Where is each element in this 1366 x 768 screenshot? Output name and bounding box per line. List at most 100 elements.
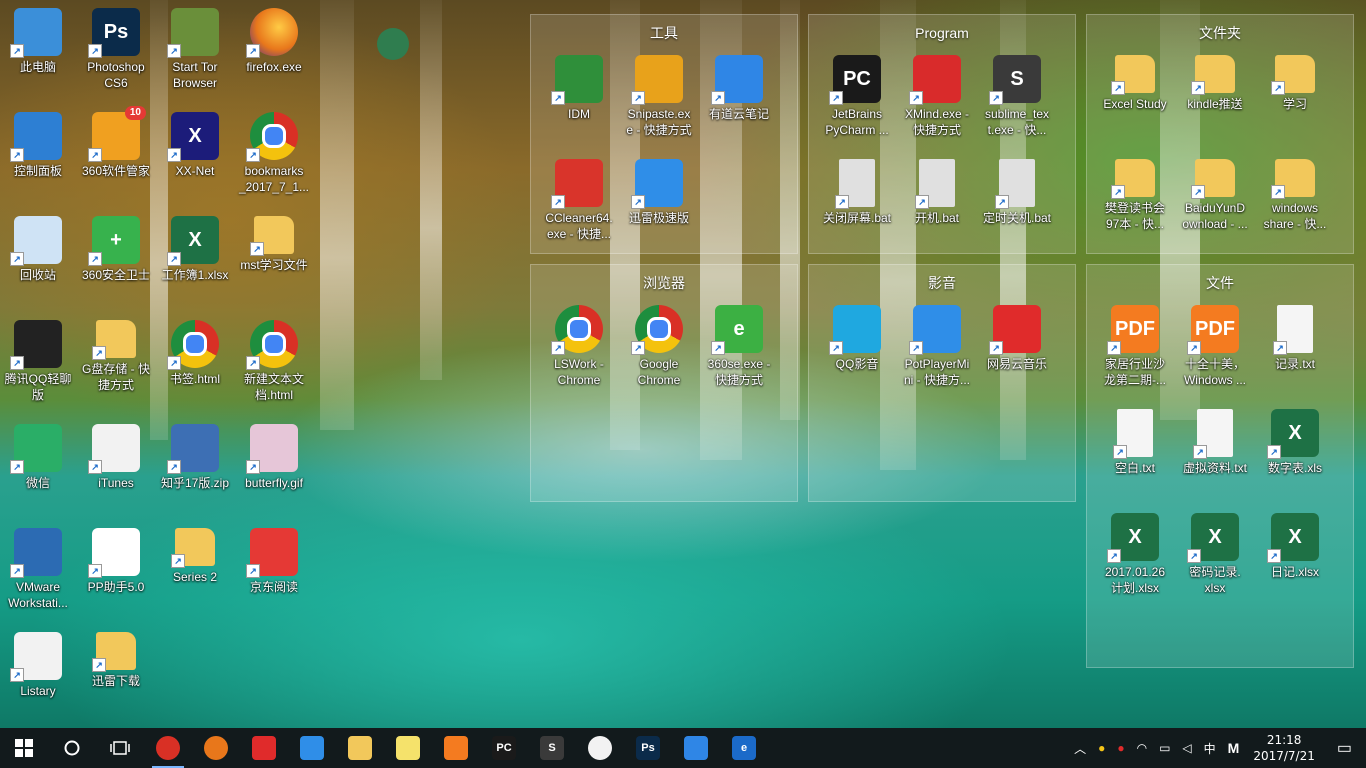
battery-icon[interactable]: ▭ xyxy=(1153,741,1176,755)
desktop-shortcut[interactable]: ↗ PotPlayerMi ni - 快捷方... xyxy=(897,305,977,388)
shortcut-label: 有道云笔记 xyxy=(708,107,769,121)
desktop-shortcut[interactable]: ↗ 定时关机.bat xyxy=(977,159,1057,226)
desktop-shortcut[interactable]: ↗ bookmarks _2017_7_1... xyxy=(234,112,314,195)
desktop-shortcut[interactable]: ↗ CCleaner64. exe - 快捷... xyxy=(539,159,619,242)
desktop-shortcut[interactable]: X ↗ 密码记录. xlsx xyxy=(1175,513,1255,596)
desktop-shortcut[interactable]: ↗ 此电脑 xyxy=(0,8,78,75)
desktop-shortcut[interactable]: ↗ IDM xyxy=(539,55,619,122)
desktop-shortcut[interactable]: ↗ 腾讯QQ轻聊 版 xyxy=(0,320,78,403)
taskbar-app-button[interactable]: e xyxy=(720,728,768,768)
desktop-shortcut[interactable]: ↗ 有道云笔记 xyxy=(699,55,779,122)
desktop-shortcut[interactable]: PC ↗ JetBrains PyCharm ... xyxy=(817,55,897,138)
taskbar-app-button[interactable] xyxy=(672,728,720,768)
taskbar-app-button[interactable]: Ps xyxy=(624,728,672,768)
taskbar-app-button[interactable] xyxy=(240,728,288,768)
excel-icon: X ↗ xyxy=(167,216,219,266)
sublime-icon: S xyxy=(540,736,564,760)
desktop-shortcut[interactable]: ↗ 迅雷下载 xyxy=(76,632,156,689)
shortcut-arrow-icon: ↗ xyxy=(1107,549,1121,563)
desktop-shortcut[interactable]: ↗ kindle推送 xyxy=(1175,55,1255,112)
netease-music-icon: ↗ xyxy=(989,305,1041,355)
desktop-shortcut[interactable]: X ↗ 工作簿1.xlsx xyxy=(155,216,235,283)
show-hidden-icons-chevron-up-icon[interactable]: ︿ xyxy=(1068,740,1092,757)
desktop-shortcut[interactable]: ↗ BaiduYunD ownload - ... xyxy=(1175,159,1255,232)
desktop-shortcut[interactable]: ↗ QQ影音 xyxy=(817,305,897,372)
desktop-shortcut[interactable]: X ↗ 数字表.xls xyxy=(1255,409,1335,476)
taskbar-app-button[interactable]: PC xyxy=(480,728,528,768)
taskbar-app-button[interactable] xyxy=(144,728,192,768)
desktop-shortcut[interactable]: ↗ 关闭屏幕.bat xyxy=(817,159,897,226)
netease-tray-icon[interactable]: ● xyxy=(1111,741,1130,755)
desktop-shortcut[interactable]: ↗ 空白.txt xyxy=(1095,409,1175,476)
desktop-shortcut[interactable]: ↗ 微信 xyxy=(0,424,78,491)
ime-chinese-indicator[interactable]: 中 xyxy=(1198,740,1222,757)
desktop-shortcut[interactable]: ↗ 京东阅读 xyxy=(234,528,314,595)
volume-icon[interactable]: ◁ xyxy=(1176,741,1197,755)
taskbar-app-button[interactable] xyxy=(288,728,336,768)
desktop-shortcut[interactable]: PDF ↗ 十全十美， Windows ... xyxy=(1175,305,1255,388)
desktop-shortcut[interactable]: ↗ 新建文本文 档.html xyxy=(234,320,314,403)
shortcut-arrow-icon: ↗ xyxy=(1271,81,1285,95)
search-button[interactable] xyxy=(48,728,96,768)
desktop-shortcut[interactable]: ↗ 开机.bat xyxy=(897,159,977,226)
desktop-shortcut[interactable]: ↗ Start Tor Browser xyxy=(155,8,235,91)
desktop-shortcut[interactable]: ↗ butterfly.gif xyxy=(234,424,314,491)
shortcut-label: bookmarks _2017_7_1... xyxy=(238,164,310,194)
desktop-shortcut[interactable]: ↗ windows share - 快... xyxy=(1255,159,1335,232)
desktop-shortcut[interactable]: ↗ 记录.txt xyxy=(1255,305,1335,372)
desktop-shortcut[interactable]: e ↗ 360se.exe - 快捷方式 xyxy=(699,305,779,388)
shortcut-label: 控制面板 xyxy=(13,164,62,178)
desktop-shortcut[interactable]: ↗ LSWork - Chrome xyxy=(539,305,619,388)
shortcut-label: 数字表.xls xyxy=(1267,461,1322,475)
desktop-shortcut[interactable]: ↗ 书签.html xyxy=(155,320,235,387)
desktop-shortcut[interactable]: X ↗ 日记.xlsx xyxy=(1255,513,1335,580)
shortcut-label: Google Chrome xyxy=(637,357,681,387)
start-button[interactable] xyxy=(0,728,48,768)
task-view-button[interactable] xyxy=(96,728,144,768)
desktop-shortcut[interactable]: ↗ G盘存储 - 快 捷方式 xyxy=(76,320,156,393)
desktop-shortcut[interactable]: ↗ Excel Study xyxy=(1095,55,1175,112)
taskbar-app-button[interactable] xyxy=(576,728,624,768)
desktop-shortcut[interactable]: ↗ 虚拟资料.txt xyxy=(1175,409,1255,476)
desktop-shortcut[interactable]: ↗ 网易云音乐 xyxy=(977,305,1057,372)
desktop-shortcut[interactable]: ↗ 回收站 xyxy=(0,216,78,283)
desktop-shortcut[interactable]: ↗ iTunes xyxy=(76,424,156,491)
desktop-shortcut[interactable]: 10 ↗ 360软件管家 xyxy=(76,106,156,179)
ime-mode-indicator[interactable]: M xyxy=(1222,740,1246,756)
taskbar-app-button[interactable] xyxy=(432,728,480,768)
desktop-shortcut[interactable]: ↗ XMind.exe - 快捷方式 xyxy=(897,55,977,138)
desktop-shortcut[interactable]: ↗ 控制面板 xyxy=(0,112,78,179)
desktop-shortcut[interactable]: ↗ Google Chrome xyxy=(619,305,699,388)
shortcut-label: kindle推送 xyxy=(1187,97,1243,111)
taskbar-app-button[interactable]: S xyxy=(528,728,576,768)
clock[interactable]: 21:18 2017/7/21 xyxy=(1245,732,1323,764)
windows-logo-icon xyxy=(15,739,33,757)
tor-icon: ↗ xyxy=(167,8,219,58)
wifi-icon[interactable]: ◠ xyxy=(1131,741,1153,755)
taskbar-app-button[interactable] xyxy=(336,728,384,768)
desktop-shortcut[interactable]: X ↗ XX-Net xyxy=(155,112,235,179)
desktop-shortcut[interactable]: S ↗ sublime_tex t.exe - 快... xyxy=(977,55,1057,138)
desktop-shortcut[interactable]: ↗ Series 2 xyxy=(155,528,235,585)
shortcut-arrow-icon: ↗ xyxy=(1267,445,1281,459)
desktop-shortcut[interactable]: ↗ 学习 xyxy=(1255,55,1335,112)
desktop-shortcut[interactable]: P ↗ PP助手5.0 xyxy=(76,528,156,595)
desktop-shortcut[interactable]: ↗ Snipaste.ex e - 快捷方式 xyxy=(619,55,699,138)
desktop-shortcut[interactable]: ↗ mst学习文件 xyxy=(234,216,314,273)
desktop-shortcut[interactable]: + ↗ 360安全卫士 xyxy=(76,216,156,283)
desktop-shortcut[interactable]: Ps ↗ Photoshop CS6 xyxy=(76,8,156,91)
desktop-shortcut[interactable]: ↗ Listary xyxy=(0,632,78,699)
desktop-shortcut[interactable]: ↗ 樊登读书会 97本 - 快... xyxy=(1095,159,1175,232)
taskbar-app-button[interactable] xyxy=(192,728,240,768)
action-center-icon[interactable]: ▭ xyxy=(1323,738,1366,758)
desktop-shortcut[interactable]: ↗ VMware Workstati... xyxy=(0,528,78,611)
qq-tray-icon[interactable]: ● xyxy=(1092,741,1111,755)
globe-shortcut[interactable] xyxy=(353,28,433,60)
desktop-shortcut[interactable]: PDF ↗ 家居行业沙 龙第二期-... xyxy=(1095,305,1175,388)
desktop-shortcut[interactable]: X ↗ 2017.01.26 计划.xlsx xyxy=(1095,513,1175,596)
bat-icon: ↗ xyxy=(995,159,1035,209)
desktop-shortcut[interactable]: ↗ 迅雷极速版 xyxy=(619,159,699,226)
desktop-shortcut[interactable]: ↗ 知乎17版.zip xyxy=(155,424,235,491)
taskbar-app-button[interactable] xyxy=(384,728,432,768)
desktop-shortcut[interactable]: ↗ firefox.exe xyxy=(234,8,314,75)
